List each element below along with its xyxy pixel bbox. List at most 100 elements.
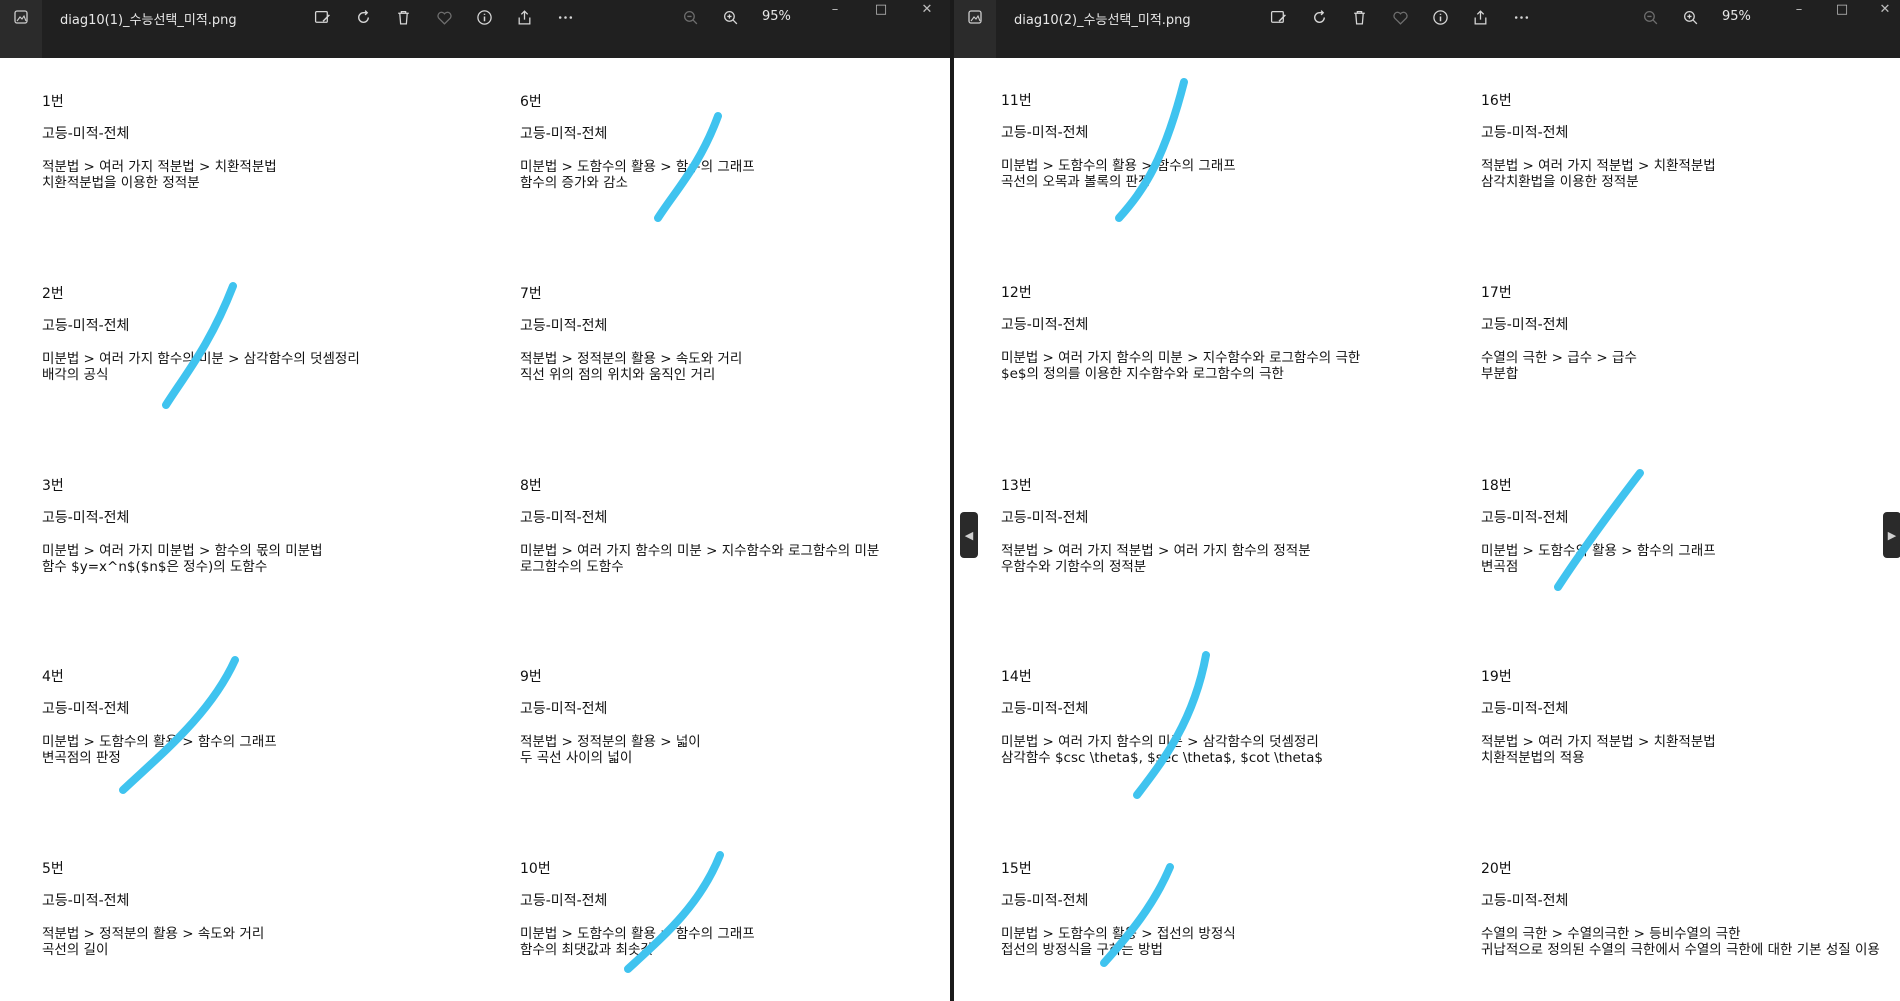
question-number: 6번 bbox=[520, 94, 542, 110]
curriculum-path: 미분법 > 여러 가지 함수의 미분 > 삼각함수의 덧셈정리 bbox=[42, 351, 360, 367]
curriculum-path: 미분법 > 여러 가지 함수의 미분 > 지수함수와 로그함수의 극한 bbox=[1001, 350, 1361, 366]
topic-label: 배각의 공식 bbox=[42, 367, 109, 383]
list-item: 8번 고등-미적-전체 미분법 > 여러 가지 함수의 미분 > 지수함수와 로… bbox=[520, 478, 950, 575]
list-item: 5번 고등-미적-전체 적분법 > 정적분의 활용 > 속도와 거리 곡선의 길… bbox=[42, 861, 502, 958]
list-item: 16번 고등-미적-전체 적분법 > 여러 가지 적분법 > 치환적분법 삼각치… bbox=[1481, 93, 1900, 190]
grade-label: 고등-미적-전체 bbox=[1001, 125, 1089, 141]
grade-label: 고등-미적-전체 bbox=[42, 318, 130, 334]
topic-label: 로그함수의 도함수 bbox=[520, 559, 624, 575]
minimize-icon[interactable]: – bbox=[820, 0, 850, 18]
question-number: 13번 bbox=[1001, 478, 1032, 494]
zoom-in-icon[interactable] bbox=[718, 6, 742, 28]
favorite-heart-icon[interactable] bbox=[432, 6, 456, 28]
edit-image-icon[interactable] bbox=[1266, 6, 1290, 28]
grade-label: 고등-미적-전체 bbox=[1481, 893, 1569, 909]
edit-image-icon[interactable] bbox=[310, 6, 334, 28]
prev-arrow-icon[interactable]: ◀ bbox=[960, 512, 978, 558]
question-number: 8번 bbox=[520, 478, 542, 494]
more-dots-icon[interactable] bbox=[553, 6, 577, 28]
curriculum-path: 수열의 극한 > 수열의극한 > 등비수열의 극한 bbox=[1481, 926, 1741, 942]
list-item: 6번 고등-미적-전체 미분법 > 도함수의 활용 > 함수의 그래프 함수의 … bbox=[520, 94, 950, 191]
zoom-out-icon[interactable] bbox=[1638, 6, 1662, 28]
zoom-in-icon[interactable] bbox=[1678, 6, 1702, 28]
grade-label: 고등-미적-전체 bbox=[520, 701, 608, 717]
close-icon[interactable]: ✕ bbox=[912, 0, 942, 18]
info-icon[interactable] bbox=[1428, 6, 1452, 28]
topic-label: 접선의 방정식을 구하는 방법 bbox=[1001, 942, 1163, 958]
close-icon[interactable]: ✕ bbox=[1870, 0, 1900, 18]
question-number: 1번 bbox=[42, 94, 64, 110]
question-number: 5번 bbox=[42, 861, 64, 877]
topic-label: 직선 위의 점의 위치와 움직인 거리 bbox=[520, 367, 716, 383]
document-page: 11번 고등-미적-전체 미분법 > 도함수의 활용 > 함수의 그래프 곡선의… bbox=[954, 58, 1900, 1001]
curriculum-path: 적분법 > 여러 가지 적분법 > 치환적분법 bbox=[42, 159, 277, 175]
grade-label: 고등-미적-전체 bbox=[42, 893, 130, 909]
titlebar: diag10(1)_수능선택_미적.png 95% – □ ✕ bbox=[0, 0, 950, 58]
share-icon[interactable] bbox=[1468, 6, 1492, 28]
list-item: 12번 고등-미적-전체 미분법 > 여러 가지 함수의 미분 > 지수함수와 … bbox=[1001, 285, 1461, 382]
file-name: diag10(1)_수능선택_미적.png bbox=[60, 13, 237, 28]
question-number: 11번 bbox=[1001, 93, 1032, 109]
list-item: 19번 고등-미적-전체 적분법 > 여러 가지 적분법 > 치환적분법 치환적… bbox=[1481, 669, 1900, 766]
zoom-level[interactable]: 95% bbox=[1722, 9, 1751, 24]
curriculum-path: 미분법 > 도함수의 활용 > 함수의 그래프 bbox=[42, 734, 277, 750]
list-item: 1번 고등-미적-전체 적분법 > 여러 가지 적분법 > 치환적분법 치환적분… bbox=[42, 94, 502, 191]
share-icon[interactable] bbox=[512, 6, 536, 28]
maximize-icon[interactable]: □ bbox=[1827, 0, 1857, 18]
info-icon[interactable] bbox=[472, 6, 496, 28]
topic-label: $e$의 정의를 이용한 지수함수와 로그함수의 극한 bbox=[1001, 366, 1284, 382]
favorite-heart-icon[interactable] bbox=[1388, 6, 1412, 28]
topic-label: 함수의 최댓값과 최솟값 bbox=[520, 942, 653, 958]
photos-app-icon[interactable] bbox=[0, 0, 42, 58]
grade-label: 고등-미적-전체 bbox=[1001, 510, 1089, 526]
topic-label: 두 곡선 사이의 넓이 bbox=[520, 750, 633, 766]
curriculum-path: 미분법 > 도함수의 활용 > 함수의 그래프 bbox=[1481, 543, 1716, 559]
question-number: 16번 bbox=[1481, 93, 1512, 109]
curriculum-path: 수열의 극한 > 급수 > 급수 bbox=[1481, 350, 1637, 366]
next-arrow-icon[interactable]: ▶ bbox=[1883, 512, 1900, 558]
question-number: 4번 bbox=[42, 669, 64, 685]
image-viewer-left: diag10(1)_수능선택_미적.png 95% – □ ✕ 1번 고등-미적… bbox=[0, 0, 950, 1001]
question-number: 9번 bbox=[520, 669, 542, 685]
rotate-icon[interactable] bbox=[351, 6, 375, 28]
list-item: 2번 고등-미적-전체 미분법 > 여러 가지 함수의 미분 > 삼각함수의 덧… bbox=[42, 286, 502, 383]
curriculum-path: 적분법 > 정적분의 활용 > 속도와 거리 bbox=[42, 926, 265, 942]
list-item: 20번 고등-미적-전체 수열의 극한 > 수열의극한 > 등비수열의 극한 귀… bbox=[1481, 861, 1900, 958]
document-page: 1번 고등-미적-전체 적분법 > 여러 가지 적분법 > 치환적분법 치환적분… bbox=[0, 58, 950, 1001]
question-number: 10번 bbox=[520, 861, 551, 877]
photos-app-icon[interactable] bbox=[954, 0, 996, 58]
curriculum-path: 미분법 > 여러 가지 미분법 > 함수의 몫의 미분법 bbox=[42, 543, 323, 559]
curriculum-path: 미분법 > 여러 가지 함수의 미분 > 지수함수와 로그함수의 미분 bbox=[520, 543, 880, 559]
topic-label: 곡선의 오목과 볼록의 판정 bbox=[1001, 174, 1151, 190]
question-number: 17번 bbox=[1481, 285, 1512, 301]
list-item: 18번 고등-미적-전체 미분법 > 도함수의 활용 > 함수의 그래프 변곡점 bbox=[1481, 478, 1900, 575]
topic-label: 변곡점 bbox=[1481, 559, 1519, 575]
zoom-out-icon[interactable] bbox=[678, 6, 702, 28]
question-number: 7번 bbox=[520, 286, 542, 302]
list-item: 13번 고등-미적-전체 적분법 > 여러 가지 적분법 > 여러 가지 함수의… bbox=[1001, 478, 1461, 575]
zoom-level[interactable]: 95% bbox=[762, 9, 791, 24]
list-item: 11번 고등-미적-전체 미분법 > 도함수의 활용 > 함수의 그래프 곡선의… bbox=[1001, 93, 1461, 190]
grade-label: 고등-미적-전체 bbox=[42, 701, 130, 717]
more-dots-icon[interactable] bbox=[1509, 6, 1533, 28]
maximize-icon[interactable]: □ bbox=[866, 0, 896, 18]
question-number: 18번 bbox=[1481, 478, 1512, 494]
minimize-icon[interactable]: – bbox=[1784, 0, 1814, 18]
topic-label: 삼각함수 $csc \theta$, $sec \theta$, $cot \t… bbox=[1001, 750, 1323, 766]
delete-icon[interactable] bbox=[391, 6, 415, 28]
grade-label: 고등-미적-전체 bbox=[520, 510, 608, 526]
list-item: 3번 고등-미적-전체 미분법 > 여러 가지 미분법 > 함수의 몫의 미분법… bbox=[42, 478, 502, 575]
topic-label: 치환적분법의 적용 bbox=[1481, 750, 1585, 766]
grade-label: 고등-미적-전체 bbox=[1481, 510, 1569, 526]
topic-label: 삼각치환법을 이용한 정적분 bbox=[1481, 174, 1639, 190]
curriculum-path: 적분법 > 정적분의 활용 > 속도와 거리 bbox=[520, 351, 743, 367]
question-number: 15번 bbox=[1001, 861, 1032, 877]
question-number: 14번 bbox=[1001, 669, 1032, 685]
delete-icon[interactable] bbox=[1347, 6, 1371, 28]
rotate-icon[interactable] bbox=[1307, 6, 1331, 28]
curriculum-path: 적분법 > 여러 가지 적분법 > 여러 가지 함수의 정적분 bbox=[1001, 543, 1311, 559]
grade-label: 고등-미적-전체 bbox=[1481, 125, 1569, 141]
grade-label: 고등-미적-전체 bbox=[1481, 701, 1569, 717]
grade-label: 고등-미적-전체 bbox=[42, 510, 130, 526]
curriculum-path: 적분법 > 정적분의 활용 > 넓이 bbox=[520, 734, 701, 750]
